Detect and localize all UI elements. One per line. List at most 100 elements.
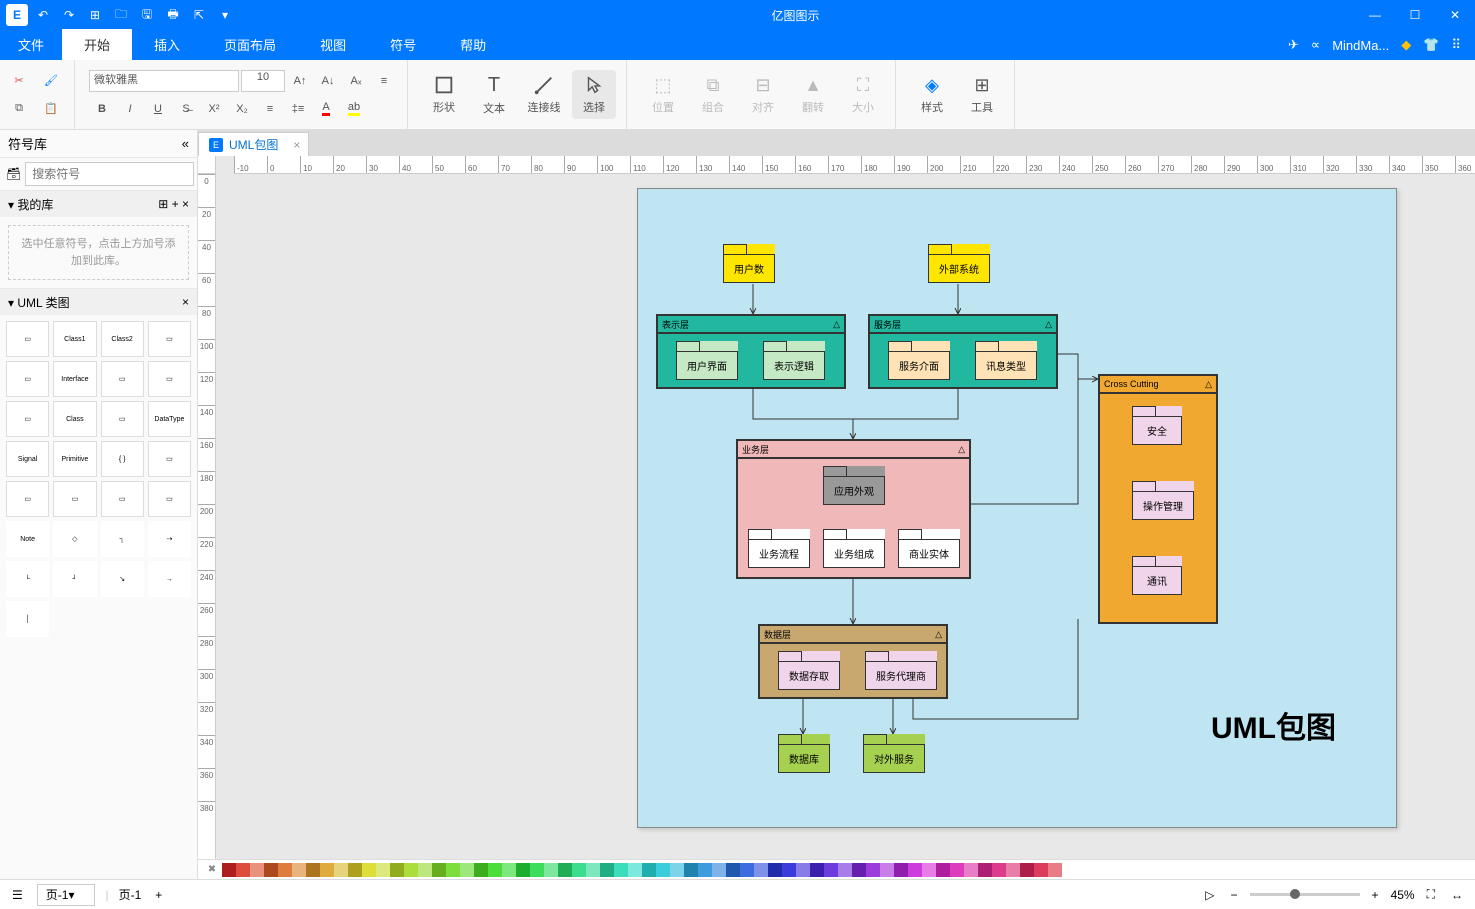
document-tab[interactable]: EUML包图× — [198, 132, 309, 156]
menu-file[interactable]: 文件 — [0, 29, 62, 60]
folder-ops[interactable]: 操作管理 — [1132, 481, 1194, 520]
color-swatch[interactable] — [446, 863, 460, 877]
menu-view[interactable]: 视图 — [298, 29, 368, 60]
pkg-crosscutting[interactable]: Cross Cutting△ 安全 操作管理 通讯 — [1098, 374, 1218, 624]
color-swatch[interactable] — [992, 863, 1006, 877]
folder-app-facade[interactable]: 应用外观 — [823, 466, 885, 505]
shape-item[interactable]: ▭ — [101, 481, 144, 517]
shape-item[interactable]: ▭ — [6, 401, 49, 437]
zoom-slider[interactable] — [1250, 893, 1360, 896]
color-swatch[interactable] — [1048, 863, 1062, 877]
zoom-out-icon[interactable]: − — [1227, 886, 1242, 904]
color-swatch[interactable] — [754, 863, 768, 877]
tools-button[interactable]: ⊞工具 — [960, 71, 1004, 119]
color-swatch[interactable] — [600, 863, 614, 877]
menu-layout[interactable]: 页面布局 — [202, 29, 298, 60]
color-swatch[interactable] — [838, 863, 852, 877]
color-swatch[interactable] — [586, 863, 600, 877]
color-swatch[interactable] — [306, 863, 320, 877]
apps-icon[interactable]: ⠿ — [1451, 37, 1461, 53]
export-button[interactable]: ⇱ — [188, 4, 210, 26]
folder-biz-compose[interactable]: 业务组成 — [823, 529, 885, 568]
minimize-button[interactable]: — — [1355, 0, 1395, 30]
color-swatch[interactable] — [824, 863, 838, 877]
color-swatch[interactable] — [712, 863, 726, 877]
qat-more[interactable]: ▾ — [214, 4, 236, 26]
shape-item[interactable]: Primitive — [53, 441, 96, 477]
color-swatch[interactable] — [1020, 863, 1034, 877]
color-swatch[interactable] — [474, 863, 488, 877]
strike-button[interactable]: S̶ — [173, 96, 199, 122]
color-swatch[interactable] — [698, 863, 712, 877]
text-tool[interactable]: T文本 — [472, 70, 516, 120]
shape-item[interactable]: ▭ — [148, 321, 191, 357]
pkg-data[interactable]: 数据层△ 数据存取 服务代理商 — [758, 624, 948, 699]
shape-item[interactable]: DataType — [148, 401, 191, 437]
paste-button[interactable]: 📋 — [38, 96, 64, 122]
color-swatch[interactable] — [250, 863, 264, 877]
color-swatch[interactable] — [404, 863, 418, 877]
color-swatch[interactable] — [614, 863, 628, 877]
italic-button[interactable]: I — [117, 96, 143, 122]
folder-present-logic[interactable]: 表示逻辑 — [763, 341, 825, 380]
shape-item[interactable]: ▭ — [148, 481, 191, 517]
cut-button[interactable]: ✂ — [6, 68, 32, 94]
shape-item[interactable]: Class — [53, 401, 96, 437]
pkg-presentation[interactable]: 表示层△ 用户界面 表示逻辑 — [656, 314, 846, 389]
superscript-button[interactable]: X² — [201, 96, 227, 122]
close-button[interactable]: ✕ — [1435, 0, 1475, 30]
color-swatch[interactable] — [908, 863, 922, 877]
shape-item[interactable]: Interface — [53, 361, 96, 397]
color-swatch[interactable] — [418, 863, 432, 877]
shape-tool[interactable]: 形状 — [422, 70, 466, 119]
bold-button[interactable]: B — [89, 96, 115, 122]
folder-comm[interactable]: 通讯 — [1132, 556, 1182, 595]
shape-item[interactable]: ▭ — [101, 361, 144, 397]
folder-security[interactable]: 安全 — [1132, 406, 1182, 445]
app-logo[interactable]: E — [6, 4, 28, 26]
connector-tool[interactable]: 连接线 — [522, 70, 566, 119]
color-swatch[interactable] — [894, 863, 908, 877]
redo-button[interactable]: ↷ — [58, 4, 80, 26]
color-swatch[interactable] — [768, 863, 782, 877]
shape-item[interactable]: Class2 — [101, 321, 144, 357]
color-swatch[interactable] — [222, 863, 236, 877]
color-swatch[interactable] — [670, 863, 684, 877]
highlight-button[interactable]: ab — [341, 96, 367, 122]
color-swatch[interactable] — [376, 863, 390, 877]
crown-icon[interactable]: ◆ — [1401, 37, 1411, 53]
color-swatch[interactable] — [978, 863, 992, 877]
page-list-icon[interactable]: ☰ — [8, 886, 27, 904]
pkg-service[interactable]: 服务层△ 服务介面 讯息类型 — [868, 314, 1058, 389]
add-page-icon[interactable]: + — [151, 886, 166, 904]
shape-item[interactable]: ▭ — [6, 481, 49, 517]
shape-item[interactable]: ▭ — [6, 361, 49, 397]
color-swatch[interactable] — [320, 863, 334, 877]
open-button[interactable]: 🗀 — [110, 4, 132, 26]
uml-section-label[interactable]: UML 类图 — [17, 296, 69, 310]
shape-item[interactable]: ⇢ — [148, 521, 191, 557]
shape-item[interactable]: Class1 — [53, 321, 96, 357]
color-swatch[interactable] — [334, 863, 348, 877]
shape-item[interactable]: ┘ — [53, 561, 96, 597]
bullets-button[interactable]: ≡ — [257, 96, 283, 122]
close-uml-icon[interactable]: × — [182, 295, 189, 309]
mylib-label[interactable]: 我的库 — [17, 198, 53, 212]
color-swatch[interactable] — [488, 863, 502, 877]
zoom-in-icon[interactable]: + — [1368, 886, 1383, 904]
color-swatch[interactable] — [796, 863, 810, 877]
presentation-icon[interactable]: ▷ — [1201, 886, 1218, 904]
library-icon[interactable]: 🗃 — [6, 163, 21, 185]
shape-item[interactable]: ▭ — [101, 401, 144, 437]
folder-ext-system[interactable]: 外部系统 — [928, 244, 990, 283]
color-swatch[interactable] — [558, 863, 572, 877]
folder-biz-entity[interactable]: 商业实体 — [898, 529, 960, 568]
shape-item[interactable]: ▭ — [6, 321, 49, 357]
shape-item[interactable]: ◇ — [53, 521, 96, 557]
align-dropdown[interactable]: ≡ — [371, 68, 397, 94]
pkg-business[interactable]: 业务层△ 应用外观 业务流程 业务组成 商业实体 — [736, 439, 971, 579]
color-swatch[interactable] — [292, 863, 306, 877]
color-swatch[interactable] — [740, 863, 754, 877]
font-family-select[interactable]: 微软雅黑 — [89, 70, 239, 92]
folder-biz-process[interactable]: 业务流程 — [748, 529, 810, 568]
